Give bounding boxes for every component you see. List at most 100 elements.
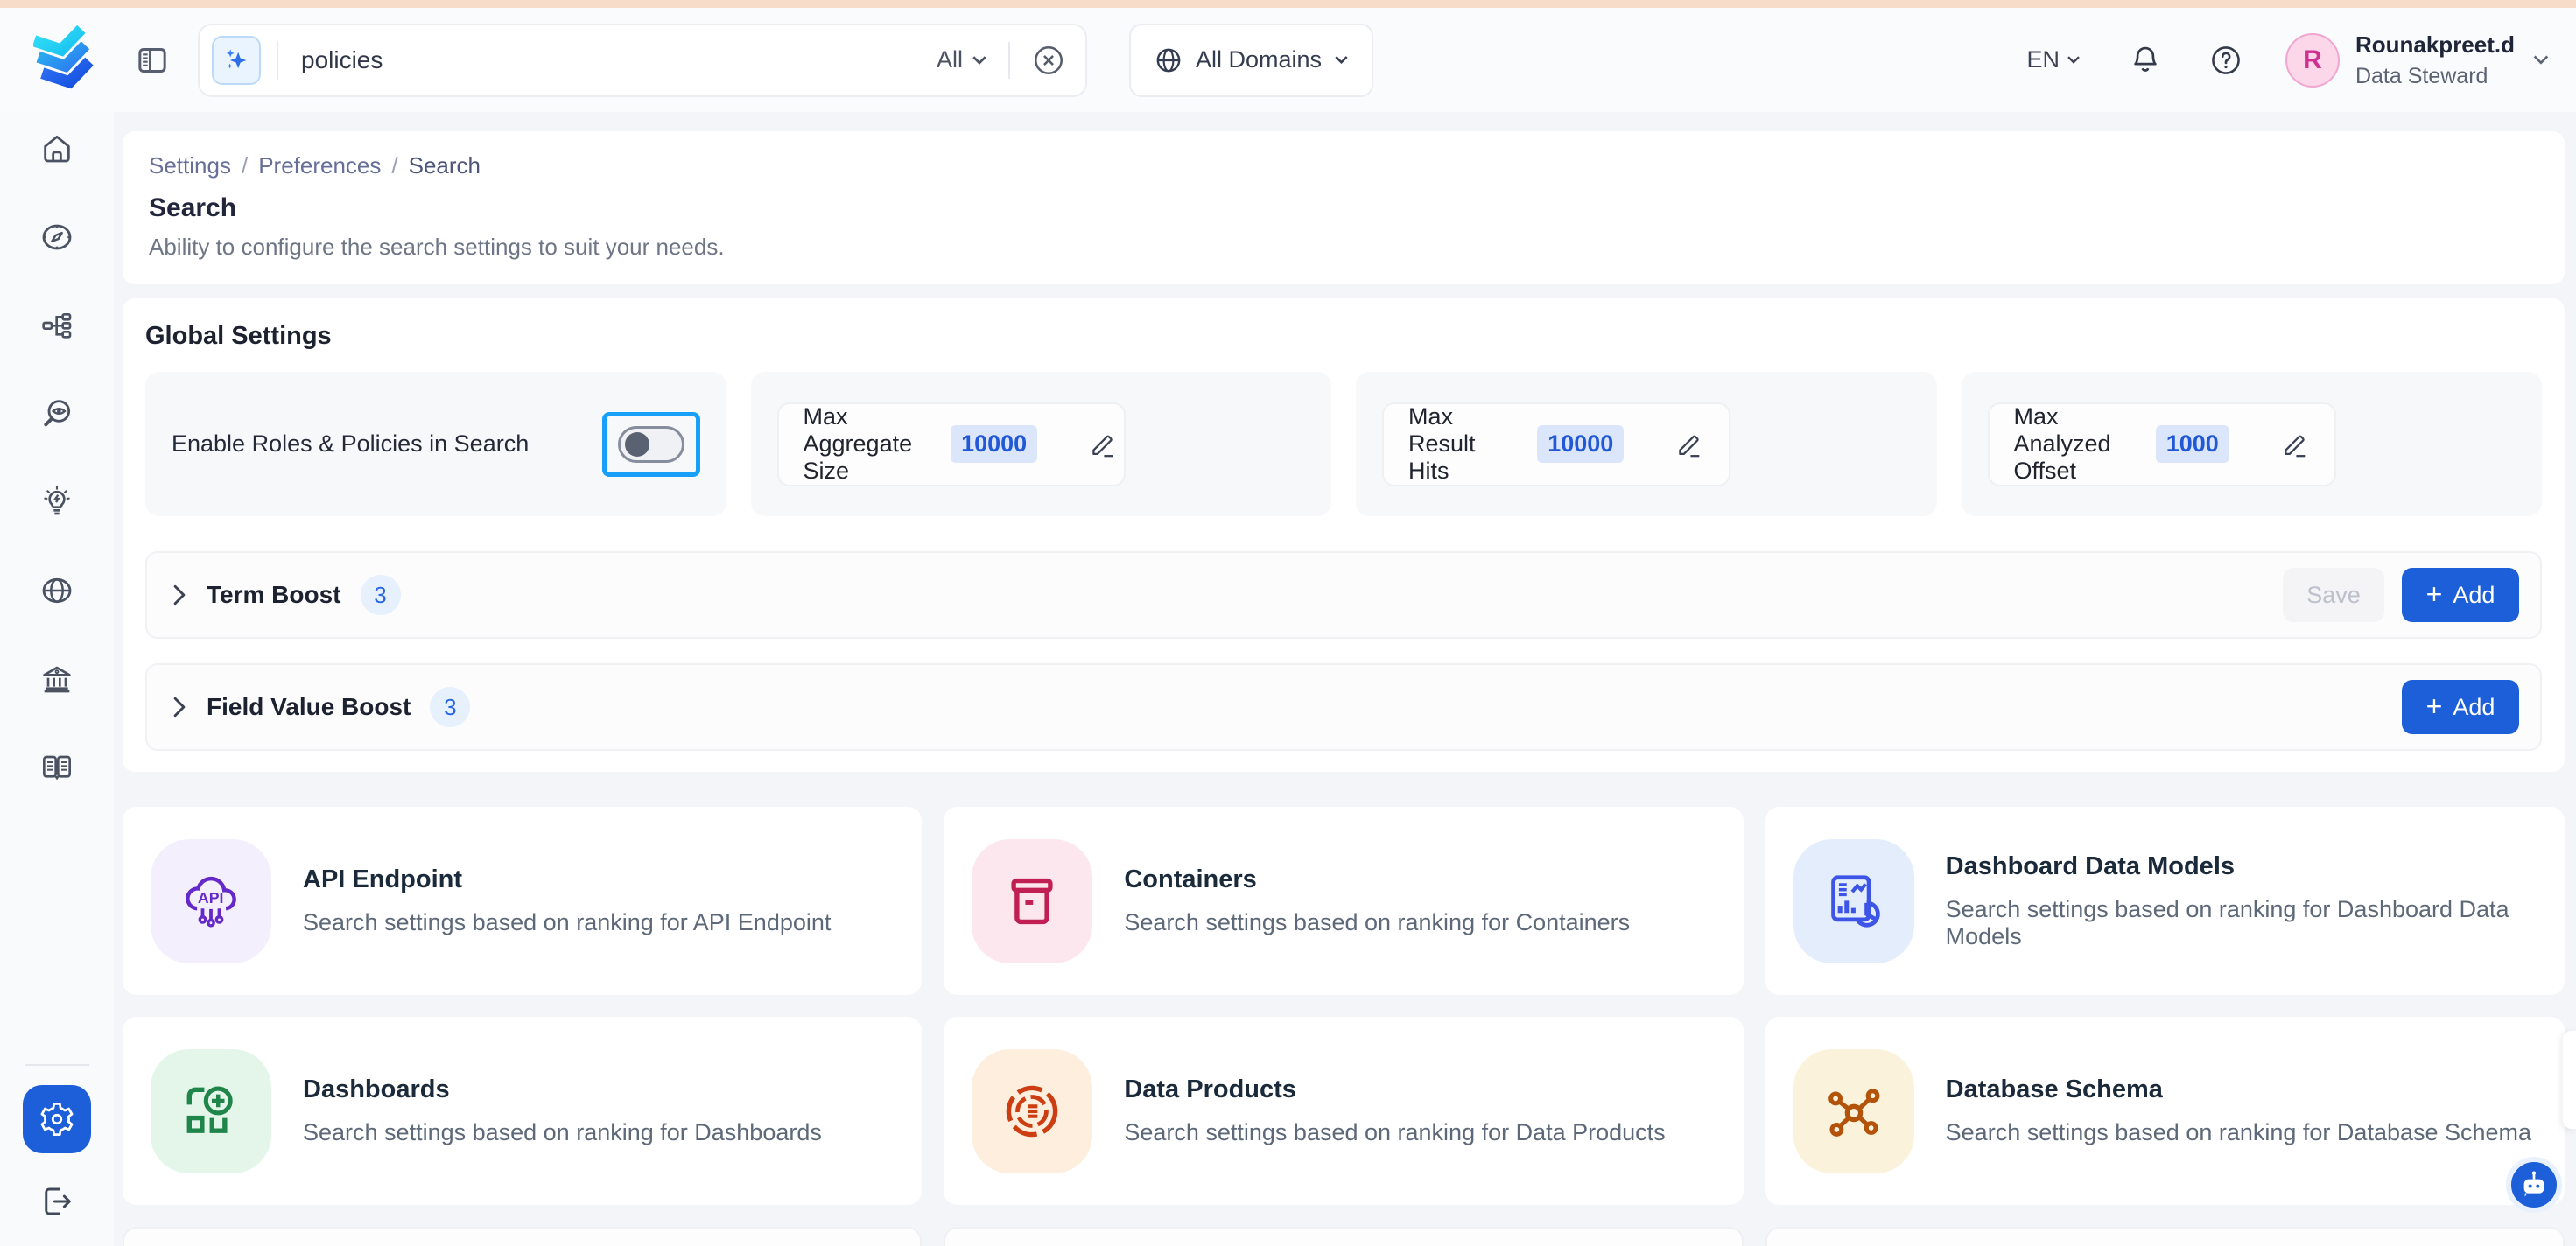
sidebar-item-glossary[interactable] (39, 750, 74, 785)
setting-card-roles-policies: Enable Roles & Policies in Search (145, 372, 726, 516)
user-avatar[interactable]: R (2285, 33, 2340, 88)
user-menu-chevron[interactable] (2532, 54, 2550, 66)
logout-icon (39, 1183, 75, 1220)
chevron-down-icon (2532, 54, 2550, 66)
edit-button[interactable] (2280, 430, 2310, 459)
entity-card-dashboards[interactable]: Dashboards Search settings based on rank… (123, 1017, 922, 1205)
gear-icon (38, 1100, 76, 1138)
entity-card-partial (123, 1227, 922, 1246)
content-area: Settings / Preferences / Search Search A… (114, 112, 2576, 1246)
ai-search-button[interactable] (212, 36, 261, 85)
divider (1008, 42, 1010, 79)
entity-card-title: Dashboards (303, 1075, 822, 1104)
field-value-boost-row[interactable]: Field Value Boost 3 + Add (145, 663, 2542, 751)
roles-policies-toggle[interactable] (602, 412, 700, 477)
sidebar-item-observability[interactable] (39, 396, 74, 431)
domains-filter-button[interactable]: All Domains (1129, 24, 1373, 97)
language-dropdown[interactable]: EN (2026, 46, 2081, 74)
setting-value[interactable]: 10000 (951, 425, 1037, 463)
entity-card-database-schema[interactable]: Database Schema Search settings based on… (1765, 1017, 2565, 1205)
entity-icon-tile: API (151, 839, 271, 963)
page-header-card: Settings / Preferences / Search Search A… (123, 131, 2565, 284)
setting-label: Max Aggregate Size (804, 403, 913, 485)
sidebar-item-governance[interactable] (39, 662, 74, 696)
entity-card-text: Dashboards Search settings based on rank… (303, 1075, 822, 1146)
entity-card-description: Search settings based on ranking for Das… (303, 1119, 822, 1146)
clear-search-button[interactable] (1031, 43, 1066, 78)
compass-icon (39, 220, 74, 255)
chevron-down-icon (1334, 55, 1349, 65)
entity-card-text: Data Products Search settings based on r… (1124, 1075, 1665, 1146)
user-menu[interactable]: Rounakpreet.d Data Steward (2355, 32, 2515, 89)
globe-icon (39, 573, 74, 608)
sparkles-icon (221, 46, 251, 75)
add-field-value-boost-button[interactable]: + Add (2402, 680, 2519, 734)
notifications-button[interactable] (2126, 41, 2165, 80)
entity-card-text: Dashboard Data Models Search settings ba… (1946, 852, 2537, 950)
entity-card-title: Data Products (1124, 1075, 1665, 1104)
entity-card-title: API Endpoint (303, 865, 831, 894)
setting-value[interactable]: 10000 (1537, 425, 1624, 463)
user-name: Rounakpreet.d (2355, 32, 2515, 59)
term-boost-actions: Save + Add (2283, 568, 2519, 622)
search-input[interactable]: policies (301, 46, 937, 74)
app-logo[interactable] (33, 25, 95, 95)
breadcrumb-preferences[interactable]: Preferences (258, 152, 381, 179)
user-role: Data Steward (2355, 64, 2515, 89)
search-scope-dropdown[interactable]: All (937, 46, 987, 74)
entity-card-description: Search settings based on ranking for Dat… (1124, 1119, 1665, 1146)
sidebar-item-home[interactable] (39, 131, 74, 166)
breadcrumb-separator: / (242, 152, 248, 179)
domains-filter-label: All Domains (1196, 46, 1322, 74)
help-button[interactable] (2207, 41, 2245, 80)
setting-field: Max Result Hits 10000 (1382, 402, 1730, 486)
entity-card-containers[interactable]: Containers Search settings based on rank… (944, 807, 1743, 995)
global-settings-panel: Global Settings Enable Roles & Policies … (123, 298, 2565, 772)
divider (277, 41, 278, 80)
setting-label: Max Analyzed Offset (2014, 403, 2117, 485)
entity-card-text: Database Schema Search settings based on… (1946, 1075, 2531, 1146)
entity-card-dashboard-data-models[interactable]: Dashboard Data Models Search settings ba… (1765, 807, 2565, 995)
dashboard-data-model-icon (1821, 868, 1887, 934)
setting-value[interactable]: 1000 (2156, 425, 2229, 463)
chat-assistant-button[interactable] (2506, 1157, 2562, 1213)
layers-logo-icon (33, 25, 95, 94)
lightbulb-icon (39, 485, 74, 520)
page-title: Search (149, 193, 2538, 223)
breadcrumb-settings[interactable]: Settings (149, 152, 231, 179)
setting-field: Max Aggregate Size 10000 (777, 402, 1126, 486)
breadcrumb-search: Search (409, 152, 481, 179)
chatbot-icon (2516, 1167, 2551, 1202)
sidebar-item-insights[interactable] (39, 485, 74, 520)
question-circle-icon (2209, 44, 2243, 77)
api-cloud-icon: API (178, 868, 244, 934)
sidebar-toggle-button[interactable] (133, 41, 172, 80)
edge-panel-handle[interactable] (2563, 1031, 2576, 1129)
sidebar-item-domains[interactable] (39, 573, 74, 608)
svg-text:API: API (198, 888, 224, 906)
add-term-boost-button[interactable]: + Add (2402, 568, 2519, 622)
field-value-boost-title: Field Value Boost (207, 693, 411, 721)
entity-card-api-endpoint[interactable]: API API Endpoint Search settings based o… (123, 807, 922, 995)
save-button[interactable]: Save (2283, 568, 2384, 622)
logout-button[interactable] (39, 1183, 75, 1220)
entity-card-description: Search settings based on ranking for Das… (1946, 896, 2537, 950)
term-boost-count-badge: 3 (361, 575, 401, 615)
sidebar-bottom (23, 1064, 91, 1246)
sidebar-item-settings-active[interactable] (23, 1085, 91, 1153)
toggle-knob (625, 432, 649, 457)
schema-molecule-icon (1821, 1078, 1887, 1144)
term-boost-row[interactable]: Term Boost 3 Save + Add (145, 551, 2542, 639)
setting-field: Max Analyzed Offset 1000 (1988, 402, 2336, 486)
entity-settings-grid: API API Endpoint Search settings based o… (123, 807, 2565, 1205)
edit-button[interactable] (1674, 430, 1704, 459)
chevron-down-icon (2067, 55, 2081, 65)
sidebar-item-lineage[interactable] (39, 308, 74, 343)
sidebar-item-explore[interactable] (39, 220, 74, 255)
global-search-bar[interactable]: policies All (198, 24, 1087, 97)
entity-card-data-products[interactable]: Data Products Search settings based on r… (944, 1017, 1743, 1205)
edit-button[interactable] (1088, 430, 1118, 459)
setting-card-max-aggregate-size: Max Aggregate Size 10000 (751, 372, 1332, 516)
setting-label: Max Result Hits (1408, 403, 1499, 485)
language-value: EN (2026, 46, 2060, 74)
